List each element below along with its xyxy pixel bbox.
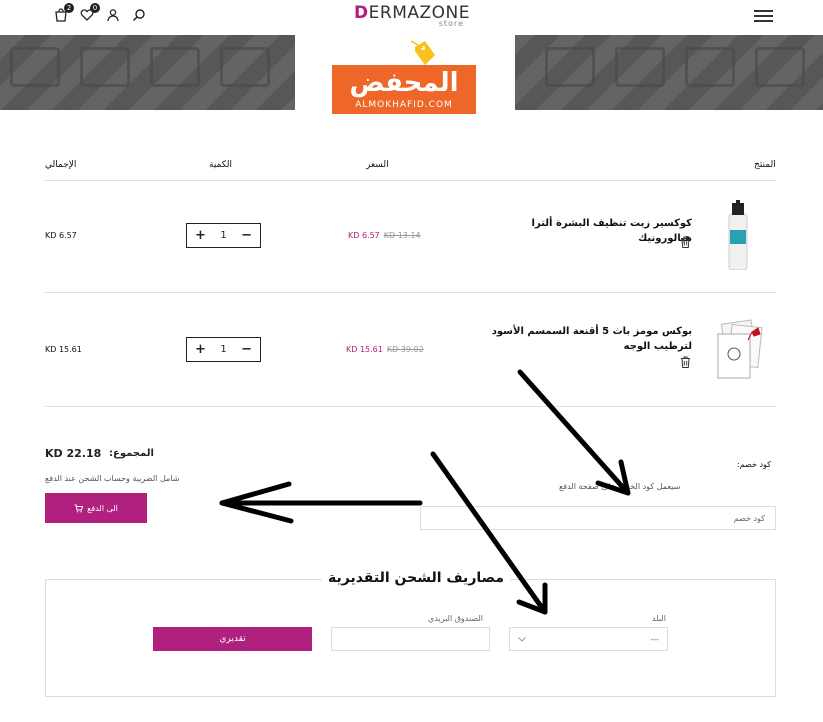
subtotal-value: KD 22.18 — [45, 447, 102, 460]
column-header-quantity: الكمية — [209, 160, 232, 170]
quantity-stepper[interactable]: + 1 − — [186, 223, 261, 248]
checkout-label: الى الدفع — [87, 503, 118, 513]
quantity-decrease-button[interactable]: − — [241, 228, 252, 243]
basket-pattern-icon — [545, 47, 595, 87]
watermark-logo: المحفض ALMOKHAFID.COM — [295, 35, 515, 121]
basket-pattern-icon — [685, 47, 735, 87]
brand-arabic-text: المحفض — [349, 68, 459, 98]
cart-icon — [74, 504, 84, 512]
row-total: KD 15.61 — [45, 345, 82, 354]
wishlist-heart-icon[interactable]: 0 — [80, 3, 100, 22]
basket-pattern-icon — [755, 47, 805, 87]
coupon-note: سيعمل كود الخصم على صفحة الدفع — [559, 482, 681, 491]
row-total: KD 6.57 — [45, 231, 77, 240]
quantity-increase-button[interactable]: + — [195, 228, 206, 243]
remove-trash-icon[interactable] — [680, 356, 691, 368]
product-image-face-masks[interactable] — [710, 316, 770, 386]
product-price: KD 15.61 KD 39.02 — [346, 345, 424, 354]
quantity-value[interactable]: 1 — [220, 344, 226, 355]
quantity-value[interactable]: 1 — [220, 230, 226, 241]
country-label: البلد — [652, 614, 666, 623]
search-icon[interactable] — [132, 8, 146, 22]
quantity-stepper[interactable]: + 1 − — [186, 337, 261, 362]
product-price: KD 6.57 KD 13.14 — [348, 231, 421, 240]
price-original: KD 13.14 — [383, 231, 421, 240]
remove-trash-icon[interactable] — [680, 236, 691, 248]
basket-pattern-icon — [10, 47, 60, 87]
almokhafid-logo: المحفض ALMOKHAFID.COM — [332, 65, 476, 114]
arrow-to-coupon — [517, 369, 631, 496]
product-name[interactable]: بوكس مومز باث 5 أقنعة السمسم الأسود لترط… — [482, 324, 692, 354]
coupon-input[interactable] — [420, 506, 776, 530]
table-divider — [45, 292, 776, 293]
quantity-decrease-button[interactable]: − — [241, 342, 252, 357]
menu-hamburger-icon[interactable] — [754, 10, 773, 22]
estimate-shipping-button[interactable]: تقديري — [153, 627, 312, 651]
postal-code-input[interactable] — [331, 627, 490, 651]
cart-count-badge: 2 — [64, 3, 74, 13]
quantity-increase-button[interactable]: + — [195, 342, 206, 357]
postal-code-label: الصندوق البريدي — [428, 614, 483, 623]
account-icon[interactable] — [106, 8, 120, 22]
logo-initial: D — [354, 3, 369, 23]
basket-pattern-icon — [220, 47, 270, 87]
price-sale: KD 6.57 — [348, 231, 380, 240]
checkout-button[interactable]: الى الدفع — [45, 493, 147, 523]
price-tag-icon — [410, 40, 435, 65]
subtotal-label: المجموع: — [109, 448, 154, 459]
column-header-product: المنتج — [754, 160, 776, 170]
basket-pattern-icon — [150, 47, 200, 87]
table-divider — [45, 406, 776, 407]
country-select-value: --- — [650, 634, 659, 644]
header-icons: 2 0 — [54, 3, 146, 22]
column-header-total: الإجمالي — [45, 160, 77, 170]
product-name[interactable]: كوكسير زيت تنظيف البشرة ألترا هيالورونيك — [482, 216, 692, 246]
cart-icon[interactable]: 2 — [54, 3, 74, 22]
column-header-price: السعر — [366, 160, 389, 170]
country-select[interactable]: --- — [509, 627, 668, 651]
basket-pattern-icon — [615, 47, 665, 87]
site-header: 2 0 DERMAZONE store — [0, 0, 823, 35]
coupon-label: كود خصم: — [737, 460, 771, 469]
basket-pattern-icon — [80, 47, 130, 87]
wishlist-count-badge: 0 — [90, 3, 100, 13]
price-sale: KD 15.61 — [346, 345, 383, 354]
site-logo[interactable]: DERMAZONE store — [352, 3, 472, 28]
chevron-down-icon — [518, 636, 526, 642]
price-original: KD 39.02 — [386, 345, 424, 354]
table-divider — [45, 180, 776, 181]
product-image-cleansing-oil[interactable] — [708, 200, 768, 270]
shipping-title: مصاريف الشحن التقديرية — [322, 570, 511, 586]
brand-english-text: ALMOKHAFID.COM — [355, 100, 453, 110]
subtotal-note: شامل الضريبة وحساب الشحن عند الدفع — [45, 474, 180, 483]
